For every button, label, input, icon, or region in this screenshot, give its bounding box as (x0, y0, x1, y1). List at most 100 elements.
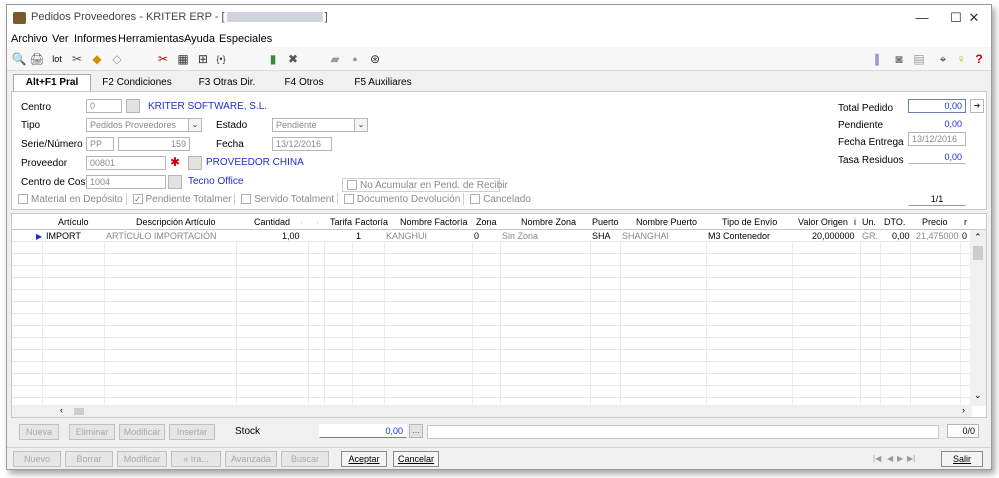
table-row[interactable] (12, 255, 972, 266)
cross-icon[interactable]: ✖ (285, 51, 301, 67)
menu-informes[interactable]: Informes (74, 33, 117, 45)
modificar-button[interactable]: Modificar (117, 451, 167, 467)
col-tarifa[interactable]: Tarifa (330, 217, 352, 227)
table-row[interactable] (12, 339, 972, 350)
cell-un[interactable]: GR. (862, 231, 878, 242)
col-valor-origen[interactable]: Valor Origen (798, 217, 848, 227)
serie-field[interactable]: PP (86, 137, 114, 151)
ira-button[interactable]: « Ira... (171, 451, 221, 467)
nuevo-button[interactable]: Nuevo (13, 451, 61, 467)
attach-icon[interactable]: ∥ (869, 51, 885, 67)
bottle-icon[interactable]: ▮ (265, 51, 281, 67)
proveedor-lookup-button[interactable] (188, 156, 202, 170)
avanzada-button[interactable]: Avanzada (225, 451, 277, 467)
first-record-icon[interactable]: |◀ (873, 454, 881, 463)
grid-icon[interactable]: ▦ (175, 51, 191, 67)
chevron-down-icon[interactable]: ⌄ (974, 390, 982, 401)
col-nombre-factoria[interactable]: Nombre Factoría (400, 217, 468, 227)
table-row[interactable] (12, 303, 972, 314)
cell-nombre-factoria[interactable]: KANGHUI (386, 231, 427, 242)
cell-precio[interactable]: 21,475000 (916, 231, 959, 242)
cell-descripcion[interactable]: ARTÍCULO IMPORTACIÓN (106, 231, 217, 242)
tipo-select[interactable]: Pedidos Proveedores (86, 118, 190, 132)
col-tipo-envio[interactable]: Tipo de Envío (722, 217, 777, 227)
cell-zona[interactable]: 0 (474, 231, 479, 242)
table-row[interactable] (12, 243, 972, 254)
minimize-button[interactable]: — (905, 8, 939, 28)
help-icon[interactable]: ? (971, 51, 987, 67)
no-acumular-checkbox[interactable]: No Acumular en Pend. de Recibir (342, 178, 508, 192)
col-factoria[interactable]: Factoría (355, 217, 388, 227)
eliminar-line-button[interactable]: Eliminar (69, 424, 115, 440)
col-dto[interactable]: DTO. (884, 217, 905, 227)
material-deposito-checkbox[interactable] (18, 194, 28, 205)
menu-ayuda[interactable]: Ayuda (184, 33, 215, 45)
salir-button[interactable]: Salir (941, 451, 983, 467)
cell-cantidad[interactable]: 1,00 (282, 231, 300, 242)
pendiente-totalmer-checkbox[interactable]: ✓ (132, 194, 143, 205)
filter-icon[interactable]: ◇ (109, 51, 125, 67)
insertar-line-button[interactable]: Insertar (169, 424, 215, 440)
menu-especiales[interactable]: Especiales (219, 33, 272, 45)
col-precio[interactable]: Precio (922, 217, 948, 227)
table-row[interactable] (12, 315, 972, 326)
col-articulo[interactable]: Artículo (58, 217, 89, 227)
nueva-line-button[interactable]: Nueva (19, 424, 59, 440)
chevron-up-icon[interactable]: ⌃ (974, 232, 982, 243)
lightbulb-icon[interactable]: ♀ (953, 51, 969, 67)
search-icon[interactable]: ⊛ (367, 51, 383, 67)
tipo-dropdown-button[interactable]: ⌄ (188, 118, 202, 132)
col-t1[interactable]: · (300, 217, 303, 227)
lot-icon[interactable]: lot (49, 51, 65, 67)
scroll-thumb[interactable] (973, 246, 983, 260)
scissors-icon[interactable]: ✂ (155, 51, 171, 67)
estado-dropdown-button[interactable]: ⌄ (354, 118, 368, 132)
buscar-button[interactable]: Buscar (281, 451, 329, 467)
col-un[interactable]: Un. (862, 217, 876, 227)
tab-auxiliares[interactable]: F5 Auxiliares (343, 74, 423, 92)
centro-field[interactable]: 0 (86, 99, 122, 113)
coste-field[interactable]: 1004 (86, 175, 166, 189)
chevron-right-icon[interactable]: › (962, 405, 965, 415)
next-record-icon[interactable]: ▶ (897, 454, 903, 463)
table-row[interactable] (12, 291, 972, 302)
col-cantidad[interactable]: Cantidad (254, 217, 290, 227)
tab-otras-dir[interactable]: F3 Otras Dir. (187, 74, 267, 92)
tools-icon[interactable]: ✂ (69, 51, 85, 67)
col-zona[interactable]: Zona (476, 217, 497, 227)
cell-puerto[interactable]: SHA (592, 231, 611, 242)
modificar-line-button[interactable]: Modificar (119, 424, 165, 440)
col-t2[interactable]: · (316, 217, 319, 227)
cancelar-button[interactable]: Cancelar (393, 451, 439, 467)
hscroll-thumb[interactable] (74, 408, 84, 415)
bell-icon[interactable]: ◆ (89, 51, 105, 67)
cell-tipo-envio[interactable]: M3 Contenedor (708, 231, 770, 242)
table-row[interactable] (12, 351, 972, 362)
arrow-right-icon[interactable]: ➜ (970, 99, 984, 113)
cell-nombre-puerto[interactable]: SHANGHAI (622, 231, 669, 242)
table-row[interactable] (12, 387, 972, 398)
borrar-button[interactable]: Borrar (65, 451, 113, 467)
chevron-left-icon[interactable]: ‹ (60, 405, 63, 415)
documento-devolucion-checkbox[interactable] (343, 194, 354, 205)
previous-record-icon[interactable]: ◀ (887, 454, 893, 463)
col-nombre-zona[interactable]: Nombre Zona (521, 217, 576, 227)
vertical-scrollbar[interactable]: ⌃ ⌄ (970, 230, 986, 406)
menu-archivo[interactable]: Archivo (11, 33, 48, 45)
tree-icon[interactable]: ⊞ (195, 51, 211, 67)
bracket-icon[interactable]: {•} (213, 51, 229, 67)
cell-nombre-zona[interactable]: Sin Zona (502, 231, 538, 242)
table-row[interactable] (12, 375, 972, 386)
table-row[interactable]: ▶ IMPORT ARTÍCULO IMPORTACIÓN 1,00 1 KAN… (12, 231, 972, 242)
tab-otros[interactable]: F4 Otros (272, 74, 336, 92)
servido-totalment-checkbox[interactable] (241, 194, 252, 205)
cell-articulo[interactable]: IMPORT (46, 231, 81, 242)
fecha-entrega-field[interactable]: 13/12/2016 (908, 132, 966, 146)
menu-herramientas[interactable]: Herramientas (118, 33, 184, 45)
coste-lookup-button[interactable] (168, 175, 182, 189)
tab-condiciones[interactable]: F2 Condiciones (95, 74, 179, 92)
network-icon[interactable]: ⌖ (935, 51, 951, 67)
cell-factoria[interactable]: 1 (356, 231, 361, 242)
aceptar-button[interactable]: Aceptar (341, 451, 387, 467)
last-record-icon[interactable]: ▶| (907, 454, 915, 463)
